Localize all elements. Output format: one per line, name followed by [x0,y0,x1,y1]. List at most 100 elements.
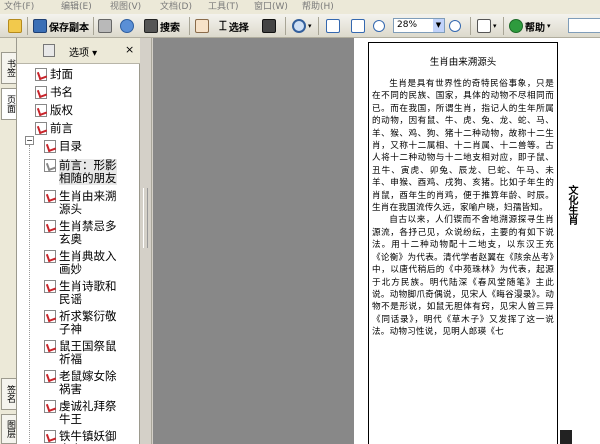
toolbar-separator [189,17,190,35]
help-button[interactable]: 帮助 ▾ [509,16,551,36]
menu-tools[interactable]: 工具(T) [208,0,239,14]
fit-page-button[interactable] [326,16,342,36]
splitter-grip[interactable] [143,188,148,248]
chevron-down-icon: ▾ [308,22,312,30]
zoom-value: 28% [397,20,418,30]
bookmark-icon [35,86,47,99]
bookmark-label: 虔诚礼拜祭 牛王 [59,399,117,426]
chevron-down-icon: ▾ [547,22,551,30]
bookmark-label: 前言：形影 相随的朋友 [59,158,117,185]
bookmark-label: 书名 [50,85,73,99]
help-icon [509,19,523,33]
fit-width-icon [351,19,365,33]
bookmark-label: 生肖诗歌和 民谣 [59,279,117,306]
select-label: 选择 [228,22,249,34]
zoom-out-icon [373,20,385,32]
print-button[interactable] [98,16,114,36]
hand-tool-button[interactable] [195,16,211,36]
close-panel-button[interactable]: × [125,43,134,56]
tab-signatures[interactable]: 签名 [1,378,16,410]
page-layout-icon [477,19,491,33]
bookmark-item[interactable]: 鼠王国祭鼠 祈福 [44,340,117,366]
chevron-down-icon: ▼ [433,19,444,32]
menu-help[interactable]: 帮助(H) [302,0,334,14]
bookmark-item[interactable]: 封面 [35,68,73,81]
bookmark-item[interactable]: 书名 [35,86,73,99]
bookmark-icon [44,250,56,263]
open-button[interactable] [8,16,24,36]
bookmark-item[interactable]: 老鼠嫁女除 祸害 [44,370,117,396]
bookmark-icon [44,190,56,203]
hand-icon [195,19,209,33]
bookmark-label: 鼠王国祭鼠 祈福 [59,339,117,366]
folder-icon [8,19,22,33]
document-paragraph: 生肖是具有世界性的奇特民俗事象，只是在不同的民族、国家，具体的动物不尽相同而已。… [372,79,554,214]
search-button[interactable]: 搜索 [144,16,180,36]
bookmark-item[interactable]: 生肖由来溯 源头 [44,190,117,216]
bookmark-item[interactable]: 前言：形影 相随的朋友 [44,159,117,185]
help-label: 帮助 [525,22,545,34]
bookmark-item[interactable]: 版权 [35,104,73,117]
navigation-tab-strip: 书签 页面 签名 图层 [0,38,17,444]
delete-bookmark-icon[interactable] [43,44,55,57]
snapshot-button[interactable] [262,16,278,36]
chevron-down-icon: ▾ [493,22,497,30]
zoom-select[interactable]: 28% ▼ [393,18,445,33]
toolbar-separator [285,17,286,35]
zoom-in-icon [449,20,461,32]
bookmark-icon [35,104,47,117]
bookmark-icon [44,340,56,353]
toolbar-separator [470,17,471,35]
bookmark-label: 生肖典故入 画妙 [59,249,117,276]
side-title: 文化生肖 [566,185,577,225]
bookmarks-panel: 选项 ▾ × − 封面书名版权前言目录前言：形影 相随的朋友生肖由来溯 源头生肖… [17,38,140,444]
menu-document[interactable]: 文档(D) [160,0,192,14]
bookmark-item[interactable]: 生肖典故入 画妙 [44,250,117,276]
bookmark-label: 封面 [50,67,73,81]
bookmark-label: 目录 [59,139,82,153]
search-input[interactable] [568,18,600,33]
tab-bookmarks[interactable]: 书签 [1,52,16,84]
save-icon [33,19,47,33]
bookmark-item[interactable]: 铁牛镇妖御 水患 [44,430,117,444]
bookmark-icon [44,400,56,413]
page-layout-button[interactable]: ▾ [477,16,497,36]
tab-layers[interactable]: 图层 [1,414,16,444]
tab-pages[interactable]: 页面 [1,88,16,120]
bookmark-item[interactable]: 祈求繁衍敬 子神 [44,310,117,336]
bookmark-item[interactable]: 生肖诗歌和 民谣 [44,280,117,306]
zoom-in-button[interactable] [449,16,463,36]
zoom-out-button[interactable] [373,16,387,36]
select-tool-button[interactable]: ⌶ 选择 [219,16,249,36]
collapse-toggle[interactable]: − [25,136,34,145]
document-paragraph: 自古以来，人们锲而不舍地溯源探寻生肖源流，各抒己见，众说纷纭，主要的有如下说法。… [372,215,554,338]
bookmark-icon [44,159,56,172]
menu-window[interactable]: 窗口(W) [254,0,288,14]
menu-edit[interactable]: 编辑(E) [61,0,92,14]
search-label: 搜索 [160,22,180,34]
bookmark-item[interactable]: 虔诚礼拜祭 牛王 [44,400,117,426]
bookmark-label: 老鼠嫁女除 祸害 [59,369,117,396]
toolbar-separator [93,17,94,35]
bookmark-item[interactable]: 目录 [44,140,82,153]
tree-guide-line [29,145,30,444]
options-menu-button[interactable]: 选项 ▾ [69,44,97,59]
menu-view[interactable]: 视图(V) [110,0,141,14]
text-cursor-icon: ⌶ [219,18,227,34]
bookmark-icon [44,280,56,293]
zoom-tool-button[interactable]: ▾ [292,16,312,36]
email-button[interactable] [120,16,136,36]
bookmark-item[interactable]: 生肖禁忌多 玄奥 [44,220,117,246]
bookmark-icon [35,68,47,81]
bookmark-item[interactable]: 前言 [35,122,73,135]
menu-file[interactable]: 文件(F) [4,0,34,14]
panel-splitter[interactable] [140,38,152,444]
document-page: 生肖由来溯源头 生肖是具有世界性的奇特民俗事象，只是在不同的民族、国家，具体的动… [354,38,600,444]
toolbar: 保存副本 搜索 ⌶ 选择 ▾ 28% ▼ ▾ 帮助 ▾ [0,14,600,38]
bookmark-label: 铁牛镇妖御 水患 [59,429,117,444]
toolbar-separator [27,17,28,35]
fit-width-button[interactable] [351,16,367,36]
bookmark-label: 生肖禁忌多 玄奥 [59,219,117,246]
save-copy-button[interactable]: 保存副本 [33,16,89,36]
bookmark-icon [44,310,56,323]
